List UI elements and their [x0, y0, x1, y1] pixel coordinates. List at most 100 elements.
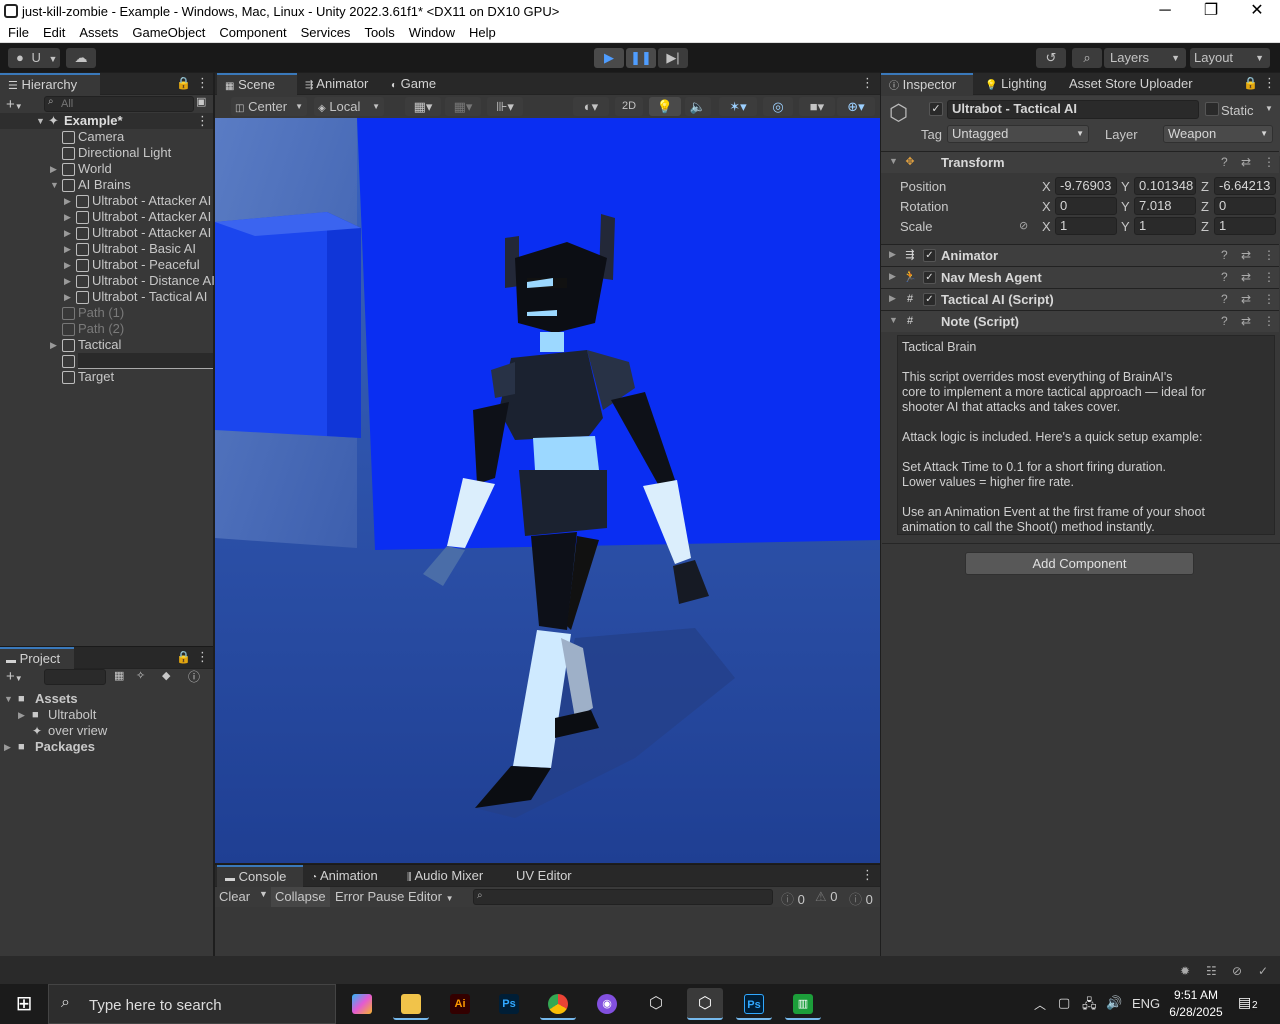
- more-options-icon[interactable]: ⋮: [1263, 292, 1275, 306]
- minimize-button[interactable]: ─: [1142, 0, 1188, 23]
- editor-dropdown[interactable]: Editor ▼: [408, 889, 454, 904]
- expand-arrow-icon[interactable]: ▼: [4, 691, 13, 707]
- more-options-icon[interactable]: ⋮: [196, 649, 209, 665]
- foldout-collapsed-icon[interactable]: ▶: [889, 293, 896, 304]
- progress-check-icon[interactable]: ✓: [1258, 964, 1268, 978]
- space-dropdown[interactable]: ◈ Local ▼: [314, 97, 384, 116]
- illustrator-app-icon[interactable]: Ai: [442, 988, 478, 1020]
- tag-dropdown[interactable]: Untagged ▼: [947, 125, 1089, 143]
- hierarchy-item[interactable]: ▶ Tactical: [0, 337, 213, 353]
- lock-icon[interactable]: 🔒: [176, 76, 191, 90]
- rename-input[interactable]: [78, 353, 213, 369]
- hierarchy-item[interactable]: ▶ Ultrabot - Peaceful: [0, 257, 213, 273]
- filter-label-icon[interactable]: ✧: [136, 669, 145, 682]
- add-component-button[interactable]: Add Component: [965, 552, 1194, 575]
- chrome-app-icon[interactable]: [540, 988, 576, 1020]
- preset-icon[interactable]: ⇄: [1241, 314, 1251, 328]
- collapse-arrow-icon[interactable]: ▶: [50, 161, 57, 177]
- filter-type-icon[interactable]: ▦: [114, 669, 124, 682]
- project-item-assets[interactable]: ▼ ■ Assets: [0, 691, 213, 707]
- expand-arrow-icon[interactable]: ▶: [18, 707, 25, 723]
- position-y-field[interactable]: 0.101348: [1134, 177, 1196, 195]
- rotation-z-field[interactable]: 0: [1214, 197, 1276, 215]
- hierarchy-item[interactable]: ▶ Ultrabot - Attacker AI: [0, 209, 213, 225]
- unity-hub-app-icon[interactable]: ⬡: [638, 988, 674, 1020]
- active-checkbox[interactable]: ✓: [929, 102, 943, 116]
- help-icon[interactable]: ?: [1221, 270, 1228, 284]
- unity-editor-app-icon[interactable]: ⬡: [687, 988, 723, 1020]
- clear-options-icon[interactable]: ▼: [259, 889, 268, 899]
- network-icon[interactable]: 🖧: [1082, 995, 1097, 1017]
- collapse-arrow-icon[interactable]: ▶: [64, 289, 71, 305]
- draw-mode-button[interactable]: ◐▾: [573, 97, 609, 116]
- transform-header[interactable]: ▼ ✥ Transform ? ⇄ ⋮: [881, 151, 1279, 173]
- note-script-header[interactable]: ▼ # Note (Script) ? ⇄ ⋮: [881, 310, 1279, 332]
- menu-window[interactable]: Window: [402, 23, 462, 40]
- tab-scene[interactable]: ▦ Scene: [217, 73, 297, 95]
- tactical-ai-enabled-checkbox[interactable]: ✓: [923, 293, 936, 306]
- collapse-arrow-icon[interactable]: ▶: [64, 241, 71, 257]
- hierarchy-item[interactable]: Directional Light: [0, 145, 213, 161]
- history-button[interactable]: ↺: [1036, 48, 1066, 68]
- menu-assets[interactable]: Assets: [72, 23, 125, 40]
- rotation-x-field[interactable]: 0: [1055, 197, 1117, 215]
- tab-audio-mixer[interactable]: ⫼ Audio Mixer: [407, 865, 483, 887]
- menu-component[interactable]: Component: [212, 23, 293, 40]
- project-item-ultrabolt[interactable]: ▶ ■ Ultrabolt: [0, 707, 213, 723]
- media-app-icon[interactable]: ▥: [785, 988, 821, 1020]
- preset-icon[interactable]: ⇄: [1241, 155, 1251, 169]
- collapse-arrow-icon[interactable]: ▶: [64, 209, 71, 225]
- link-icon[interactable]: ⊘: [1019, 219, 1028, 232]
- more-options-icon[interactable]: ⋮: [1263, 314, 1275, 328]
- create-button[interactable]: +▼: [6, 668, 23, 685]
- play-button[interactable]: ▶: [594, 48, 624, 68]
- search-button[interactable]: ⌕: [1072, 48, 1102, 68]
- more-options-icon[interactable]: ⋮: [861, 867, 874, 883]
- hidden-packages-icon[interactable]: ⓘ: [188, 668, 200, 685]
- close-button[interactable]: ✕: [1234, 0, 1280, 23]
- scene-viewport[interactable]: [215, 118, 880, 863]
- note-textarea[interactable]: Tactical Brain This script overrides most…: [897, 335, 1275, 535]
- more-options-icon[interactable]: ⋮: [196, 75, 209, 91]
- static-dropdown-icon[interactable]: ▼: [1265, 104, 1273, 113]
- cloud-button[interactable]: ☁: [66, 48, 96, 68]
- lock-icon[interactable]: 🔒: [1243, 76, 1258, 90]
- hierarchy-item[interactable]: ▶ Ultrabot - Tactical AI: [0, 289, 213, 305]
- tab-inspector[interactable]: ⓘ Inspector: [881, 73, 973, 95]
- audio-toggle[interactable]: 🔈: [685, 97, 711, 116]
- tab-uv-editor[interactable]: UV Editor: [516, 865, 572, 887]
- scale-z-field[interactable]: 1: [1214, 217, 1276, 235]
- error-toggle[interactable]: ⓘ 0: [849, 889, 873, 908]
- hierarchy-item[interactable]: ▶ Ultrabot - Basic AI: [0, 241, 213, 257]
- project-item-over-vriew[interactable]: ✦ over vriew: [0, 723, 213, 739]
- collapse-arrow-icon[interactable]: ▶: [50, 337, 57, 353]
- help-icon[interactable]: ?: [1221, 248, 1228, 262]
- increment-snap-button[interactable]: ▦▾: [445, 97, 481, 116]
- error-pause-button[interactable]: Error Pause: [335, 889, 404, 904]
- photoshop-app-icon[interactable]: Ps: [491, 988, 527, 1020]
- scale-x-field[interactable]: 1: [1055, 217, 1117, 235]
- gizmos-button[interactable]: ⊕▾: [837, 97, 875, 116]
- input-language[interactable]: ENG: [1132, 996, 1160, 1011]
- foldout-collapsed-icon[interactable]: ▶: [889, 249, 896, 260]
- hierarchy-item[interactable]: Path (1): [0, 305, 213, 321]
- scale-y-field[interactable]: 1: [1134, 217, 1196, 235]
- warning-toggle[interactable]: ⚠ 0: [815, 889, 838, 905]
- collapse-arrow-icon[interactable]: ▶: [64, 273, 71, 289]
- collapse-button[interactable]: Collapse: [271, 887, 330, 907]
- preset-icon[interactable]: ⇄: [1241, 292, 1251, 306]
- hierarchy-search-input[interactable]: [44, 96, 194, 112]
- add-button[interactable]: +▼: [6, 96, 23, 113]
- log-toggle[interactable]: ⓘ 0: [781, 889, 805, 908]
- cache-icon[interactable]: ☷: [1206, 964, 1217, 978]
- tab-console[interactable]: ▬ Console: [217, 865, 303, 887]
- preset-icon[interactable]: ⇄: [1241, 248, 1251, 262]
- layer-dropdown[interactable]: Weapon ▼: [1163, 125, 1273, 143]
- more-options-icon[interactable]: ⋮: [1263, 75, 1276, 91]
- maximize-button[interactable]: ❐: [1188, 0, 1234, 23]
- step-button[interactable]: ▶|: [658, 48, 688, 68]
- tag-icon[interactable]: ◆: [162, 669, 170, 682]
- more-options-icon[interactable]: ⋮: [1263, 270, 1275, 284]
- tab-animator[interactable]: ⇶ Animator: [303, 73, 368, 95]
- tab-hierarchy[interactable]: ☰ Hierarchy: [0, 73, 100, 95]
